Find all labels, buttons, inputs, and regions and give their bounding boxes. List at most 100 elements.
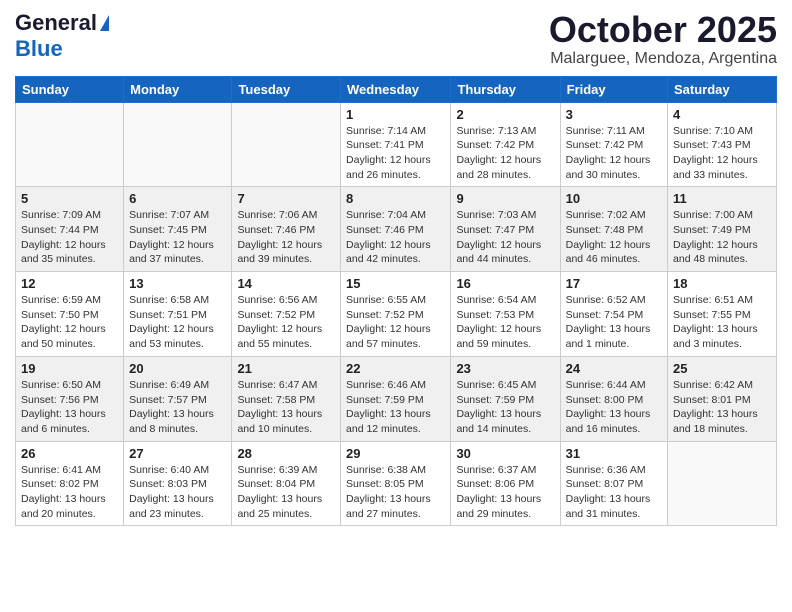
- calendar-cell: [124, 102, 232, 187]
- day-number: 21: [237, 361, 335, 376]
- day-info: Sunrise: 6:55 AM Sunset: 7:52 PM Dayligh…: [346, 293, 445, 352]
- calendar-week-row: 1Sunrise: 7:14 AM Sunset: 7:41 PM Daylig…: [16, 102, 777, 187]
- calendar-week-row: 12 Sunrise: 6:59 AM Sunset: 7:50 PM Dayli…: [16, 272, 777, 357]
- day-info: Sunrise: 7:13 AM Sunset: 7:42 PM Dayligh…: [456, 124, 554, 183]
- day-info: Sunrise: 7:00 AM Sunset: 7:49 PM Dayligh…: [673, 208, 771, 267]
- day-number: 16: [456, 276, 554, 291]
- day-number: 23: [456, 361, 554, 376]
- day-number: 29: [346, 446, 445, 461]
- calendar-cell: 19Sunrise: 6:50 AM Sunset: 7:56 PM Dayli…: [16, 356, 124, 441]
- day-number: 5: [21, 191, 118, 206]
- calendar-cell: 13 Sunrise: 6:58 AM Sunset: 7:51 PM Dayli…: [124, 272, 232, 357]
- month-title: October 2025: [549, 10, 777, 50]
- day-number: 11: [673, 191, 771, 206]
- day-number: 3: [566, 107, 662, 122]
- calendar-cell: 16 Sunrise: 6:54 AM Sunset: 7:53 PM Dayli…: [451, 272, 560, 357]
- calendar-cell: 30 Sunrise: 6:37 AM Sunset: 8:06 PM Dayli…: [451, 441, 560, 526]
- day-info: Sunrise: 6:37 AM Sunset: 8:06 PM Dayligh…: [456, 463, 554, 522]
- page-header: General Blue October 2025 Malarguee, Men…: [15, 10, 777, 68]
- day-number: 1: [346, 107, 445, 122]
- day-number: 12: [21, 276, 118, 291]
- day-number: 22: [346, 361, 445, 376]
- day-info: Sunrise: 6:58 AM Sunset: 7:51 PM Dayligh…: [129, 293, 226, 352]
- calendar-cell: 23 Sunrise: 6:45 AM Sunset: 7:59 PM Dayli…: [451, 356, 560, 441]
- day-info: Sunrise: 6:45 AM Sunset: 7:59 PM Dayligh…: [456, 378, 554, 437]
- calendar-cell: 24 Sunrise: 6:44 AM Sunset: 8:00 PM Dayli…: [560, 356, 667, 441]
- day-number: 13: [129, 276, 226, 291]
- day-info: Sunrise: 6:44 AM Sunset: 8:00 PM Dayligh…: [566, 378, 662, 437]
- column-header-monday: Monday: [124, 76, 232, 102]
- calendar-cell: [232, 102, 341, 187]
- day-info: Sunrise: 7:02 AM Sunset: 7:48 PM Dayligh…: [566, 208, 662, 267]
- column-header-tuesday: Tuesday: [232, 76, 341, 102]
- calendar-cell: 1Sunrise: 7:14 AM Sunset: 7:41 PM Daylig…: [341, 102, 451, 187]
- day-number: 15: [346, 276, 445, 291]
- calendar-cell: 27 Sunrise: 6:40 AM Sunset: 8:03 PM Dayli…: [124, 441, 232, 526]
- column-header-thursday: Thursday: [451, 76, 560, 102]
- day-info: Sunrise: 7:09 AM Sunset: 7:44 PM Dayligh…: [21, 208, 118, 267]
- day-number: 17: [566, 276, 662, 291]
- day-info: Sunrise: 6:38 AM Sunset: 8:05 PM Dayligh…: [346, 463, 445, 522]
- day-number: 24: [566, 361, 662, 376]
- calendar-cell: 3 Sunrise: 7:11 AM Sunset: 7:42 PM Daylig…: [560, 102, 667, 187]
- title-section: October 2025 Malarguee, Mendoza, Argenti…: [549, 10, 777, 68]
- column-header-sunday: Sunday: [16, 76, 124, 102]
- column-header-wednesday: Wednesday: [341, 76, 451, 102]
- day-info: Sunrise: 7:11 AM Sunset: 7:42 PM Dayligh…: [566, 124, 662, 183]
- calendar-cell: 22Sunrise: 6:46 AM Sunset: 7:59 PM Dayli…: [341, 356, 451, 441]
- calendar-week-row: 26 Sunrise: 6:41 AM Sunset: 8:02 PM Dayli…: [16, 441, 777, 526]
- day-info: Sunrise: 7:06 AM Sunset: 7:46 PM Dayligh…: [237, 208, 335, 267]
- calendar-cell: 11 Sunrise: 7:00 AM Sunset: 7:49 PM Dayli…: [668, 187, 777, 272]
- calendar-cell: 26 Sunrise: 6:41 AM Sunset: 8:02 PM Dayli…: [16, 441, 124, 526]
- day-info: Sunrise: 6:59 AM Sunset: 7:50 PM Dayligh…: [21, 293, 118, 352]
- calendar-cell: 10 Sunrise: 7:02 AM Sunset: 7:48 PM Dayli…: [560, 187, 667, 272]
- day-number: 7: [237, 191, 335, 206]
- calendar-cell: 18Sunrise: 6:51 AM Sunset: 7:55 PM Dayli…: [668, 272, 777, 357]
- logo-triangle-icon: [100, 15, 109, 31]
- calendar-cell: 17 Sunrise: 6:52 AM Sunset: 7:54 PM Dayli…: [560, 272, 667, 357]
- day-number: 2: [456, 107, 554, 122]
- day-info: Sunrise: 6:40 AM Sunset: 8:03 PM Dayligh…: [129, 463, 226, 522]
- day-number: 4: [673, 107, 771, 122]
- day-number: 27: [129, 446, 226, 461]
- day-info: Sunrise: 7:07 AM Sunset: 7:45 PM Dayligh…: [129, 208, 226, 267]
- calendar-cell: 7 Sunrise: 7:06 AM Sunset: 7:46 PM Daylig…: [232, 187, 341, 272]
- day-number: 10: [566, 191, 662, 206]
- calendar-cell: 5 Sunrise: 7:09 AM Sunset: 7:44 PM Daylig…: [16, 187, 124, 272]
- calendar-cell: 12 Sunrise: 6:59 AM Sunset: 7:50 PM Dayli…: [16, 272, 124, 357]
- calendar-table: SundayMondayTuesdayWednesdayThursdayFrid…: [15, 76, 777, 527]
- column-header-saturday: Saturday: [668, 76, 777, 102]
- day-info: Sunrise: 7:10 AM Sunset: 7:43 PM Dayligh…: [673, 124, 771, 183]
- calendar-cell: 25Sunrise: 6:42 AM Sunset: 8:01 PM Dayli…: [668, 356, 777, 441]
- calendar-cell: [16, 102, 124, 187]
- calendar-cell: 14Sunrise: 6:56 AM Sunset: 7:52 PM Dayli…: [232, 272, 341, 357]
- logo: General Blue: [15, 10, 109, 62]
- day-info: Sunrise: 6:52 AM Sunset: 7:54 PM Dayligh…: [566, 293, 662, 352]
- calendar-week-row: 19Sunrise: 6:50 AM Sunset: 7:56 PM Dayli…: [16, 356, 777, 441]
- day-info: Sunrise: 6:47 AM Sunset: 7:58 PM Dayligh…: [237, 378, 335, 437]
- calendar-cell: 31Sunrise: 6:36 AM Sunset: 8:07 PM Dayli…: [560, 441, 667, 526]
- calendar-cell: 28Sunrise: 6:39 AM Sunset: 8:04 PM Dayli…: [232, 441, 341, 526]
- calendar-cell: 2 Sunrise: 7:13 AM Sunset: 7:42 PM Daylig…: [451, 102, 560, 187]
- calendar-cell: 8Sunrise: 7:04 AM Sunset: 7:46 PM Daylig…: [341, 187, 451, 272]
- calendar-week-row: 5 Sunrise: 7:09 AM Sunset: 7:44 PM Daylig…: [16, 187, 777, 272]
- day-number: 8: [346, 191, 445, 206]
- day-number: 30: [456, 446, 554, 461]
- day-number: 14: [237, 276, 335, 291]
- calendar-cell: 29 Sunrise: 6:38 AM Sunset: 8:05 PM Dayli…: [341, 441, 451, 526]
- day-info: Sunrise: 7:03 AM Sunset: 7:47 PM Dayligh…: [456, 208, 554, 267]
- location-subtitle: Malarguee, Mendoza, Argentina: [549, 50, 777, 68]
- calendar-cell: 6Sunrise: 7:07 AM Sunset: 7:45 PM Daylig…: [124, 187, 232, 272]
- day-info: Sunrise: 6:54 AM Sunset: 7:53 PM Dayligh…: [456, 293, 554, 352]
- day-number: 26: [21, 446, 118, 461]
- day-number: 20: [129, 361, 226, 376]
- day-info: Sunrise: 6:49 AM Sunset: 7:57 PM Dayligh…: [129, 378, 226, 437]
- day-info: Sunrise: 6:50 AM Sunset: 7:56 PM Dayligh…: [21, 378, 118, 437]
- calendar-cell: 21 Sunrise: 6:47 AM Sunset: 7:58 PM Dayli…: [232, 356, 341, 441]
- day-info: Sunrise: 6:51 AM Sunset: 7:55 PM Dayligh…: [673, 293, 771, 352]
- day-number: 25: [673, 361, 771, 376]
- logo-blue-text: Blue: [15, 36, 63, 61]
- day-info: Sunrise: 6:41 AM Sunset: 8:02 PM Dayligh…: [21, 463, 118, 522]
- calendar-header-row: SundayMondayTuesdayWednesdayThursdayFrid…: [16, 76, 777, 102]
- day-number: 9: [456, 191, 554, 206]
